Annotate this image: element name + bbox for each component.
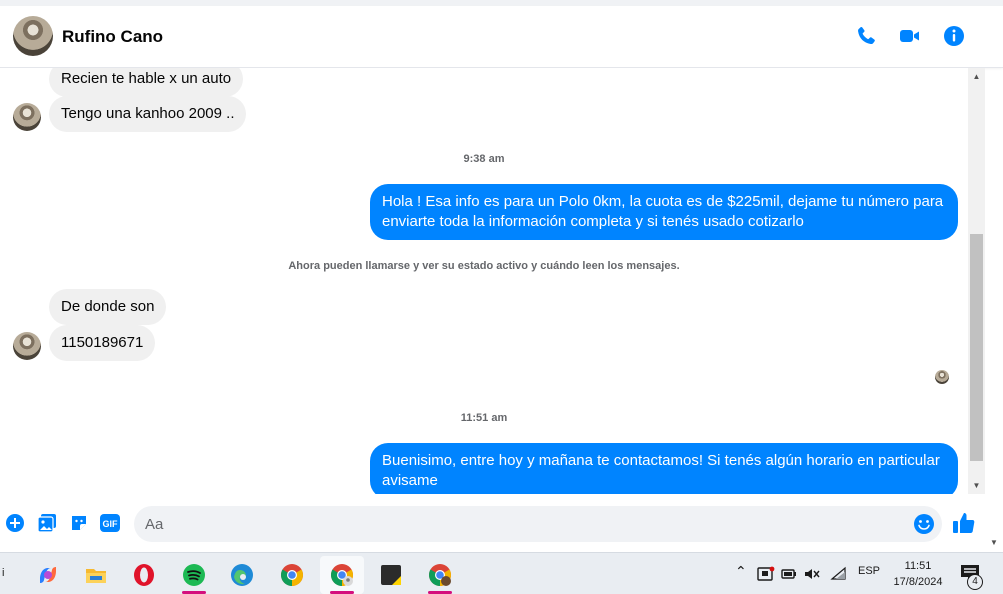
like-icon[interactable] — [952, 511, 976, 535]
copilot-icon[interactable] — [26, 556, 70, 594]
seen-receipt-avatar — [935, 370, 949, 384]
photo-icon[interactable] — [37, 513, 57, 533]
chrome-icon[interactable] — [270, 556, 314, 594]
volume-muted-icon[interactable] — [803, 565, 821, 583]
notification-count-badge: 4 — [967, 574, 983, 590]
wifi-icon[interactable] — [830, 565, 848, 583]
scroll-down-arrow-icon[interactable]: ▼ — [968, 477, 985, 494]
message-timestamp: 9:38 am — [463, 153, 505, 165]
taskbar-clock[interactable]: 11:51 17/8/2024 — [887, 558, 949, 590]
emoji-icon[interactable] — [913, 513, 935, 535]
video-call-icon[interactable] — [898, 24, 922, 48]
contact-name[interactable]: Rufino Cano — [62, 27, 163, 47]
system-notice: Ahora pueden llamarse y ver su estado ac… — [288, 260, 680, 272]
message-input[interactable] — [134, 506, 942, 542]
gif-icon[interactable]: GIF — [100, 513, 120, 533]
sticky-notes-icon[interactable] — [369, 556, 413, 594]
edge-icon[interactable] — [220, 556, 264, 594]
message-list[interactable]: Recien te hable x un auto Tengo una kanh… — [0, 68, 968, 494]
message-timestamp: 11:51 am — [460, 412, 508, 424]
spotify-icon[interactable] — [172, 556, 216, 594]
message-composer: GIF ▼ — [0, 494, 1003, 552]
add-icon[interactable] — [5, 513, 25, 533]
opera-icon[interactable] — [122, 556, 166, 594]
conversation-header: Rufino Cano — [0, 6, 1003, 68]
outgoing-message[interactable]: Hola ! Esa info es para un Polo 0km, la … — [370, 184, 958, 240]
chrome-profile-icon[interactable] — [320, 556, 364, 594]
meet-now-icon[interactable] — [757, 565, 775, 583]
outgoing-message[interactable]: Buenisimo, entre hoy y mañana te contact… — [370, 443, 958, 494]
windows-taskbar: i ⌃ ESP 11:51 17/8/2024 4 — [0, 552, 1003, 594]
sticker-icon[interactable] — [69, 513, 89, 533]
incoming-message[interactable]: Tengo una kanhoo 2009 .. — [49, 96, 247, 132]
scroll-up-arrow-icon[interactable]: ▲ — [968, 68, 985, 85]
chrome-profile-2-icon[interactable] — [418, 556, 462, 594]
page-scroll-down-icon[interactable]: ▼ — [990, 538, 998, 547]
battery-icon[interactable] — [780, 565, 798, 583]
gif-label: GIF — [103, 519, 119, 529]
scroll-thumb[interactable] — [970, 234, 983, 461]
message-scrollbar[interactable]: ▲ ▼ — [968, 68, 985, 494]
file-explorer-icon[interactable] — [74, 556, 118, 594]
contact-avatar[interactable] — [13, 16, 53, 56]
incoming-message[interactable]: 1150189671 — [49, 325, 156, 361]
incoming-message[interactable]: De donde son — [49, 289, 167, 325]
input-language-indicator[interactable]: ESP — [858, 565, 880, 577]
show-hidden-icons-chevron-icon[interactable]: ⌃ — [735, 563, 747, 580]
contact-avatar-small[interactable] — [13, 103, 41, 131]
clock-date: 17/8/2024 — [893, 576, 943, 588]
phone-icon[interactable] — [854, 24, 878, 48]
taskbar-left-marker: i — [2, 567, 5, 579]
info-icon[interactable] — [942, 24, 966, 48]
clock-time: 11:51 — [904, 560, 932, 572]
contact-avatar-small[interactable] — [13, 332, 41, 360]
incoming-message[interactable]: Recien te hable x un auto — [49, 68, 244, 97]
